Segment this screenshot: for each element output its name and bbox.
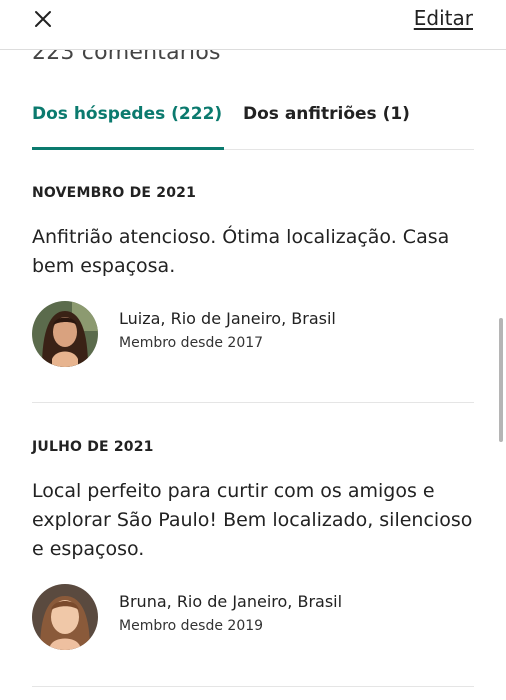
reviewer-name: Luiza, Rio de Janeiro, Brasil [119,309,336,328]
review-divider [32,402,474,403]
close-button[interactable] [28,4,58,34]
avatar[interactable] [32,584,98,650]
edit-link[interactable]: Editar [414,6,473,30]
reviewer-info: Bruna, Rio de Janeiro, Brasil Membro des… [32,584,474,650]
tab-hosts[interactable]: Dos anfitriões (1) [243,104,410,150]
avatar-photo [32,301,98,367]
review-item: JULHO DE 2021 Local perfeito para curtir… [32,439,474,650]
reviews-page: Editar 223 comentários Dos hóspedes (222… [0,0,506,700]
tab-guests[interactable]: Dos hóspedes (222) [32,104,225,150]
review-tabs: Dos hóspedes (222) Dos anfitriões (1) [32,104,474,150]
review-text: Anfitrião atencioso. Ótima localização. … [32,226,450,277]
review-item: NOVEMBRO DE 2021 Anfitrião atencioso. Ót… [32,185,474,367]
avatar-photo [32,584,98,650]
review-divider [32,686,474,687]
top-bar: Editar [0,0,506,50]
reviewer-info: Luiza, Rio de Janeiro, Brasil Membro des… [32,301,474,367]
scrollbar[interactable] [499,318,503,442]
review-text: Local perfeito para curtir com os amigos… [32,480,473,560]
review-date: NOVEMBRO DE 2021 [32,185,197,201]
reviewer-name: Bruna, Rio de Janeiro, Brasil [119,592,343,611]
avatar[interactable] [32,301,98,367]
review-date: JULHO DE 2021 [32,439,154,455]
reviewer-member-since: Membro desde 2017 [119,335,264,351]
reviewer-member-since: Membro desde 2019 [119,618,264,634]
close-icon [35,11,51,27]
